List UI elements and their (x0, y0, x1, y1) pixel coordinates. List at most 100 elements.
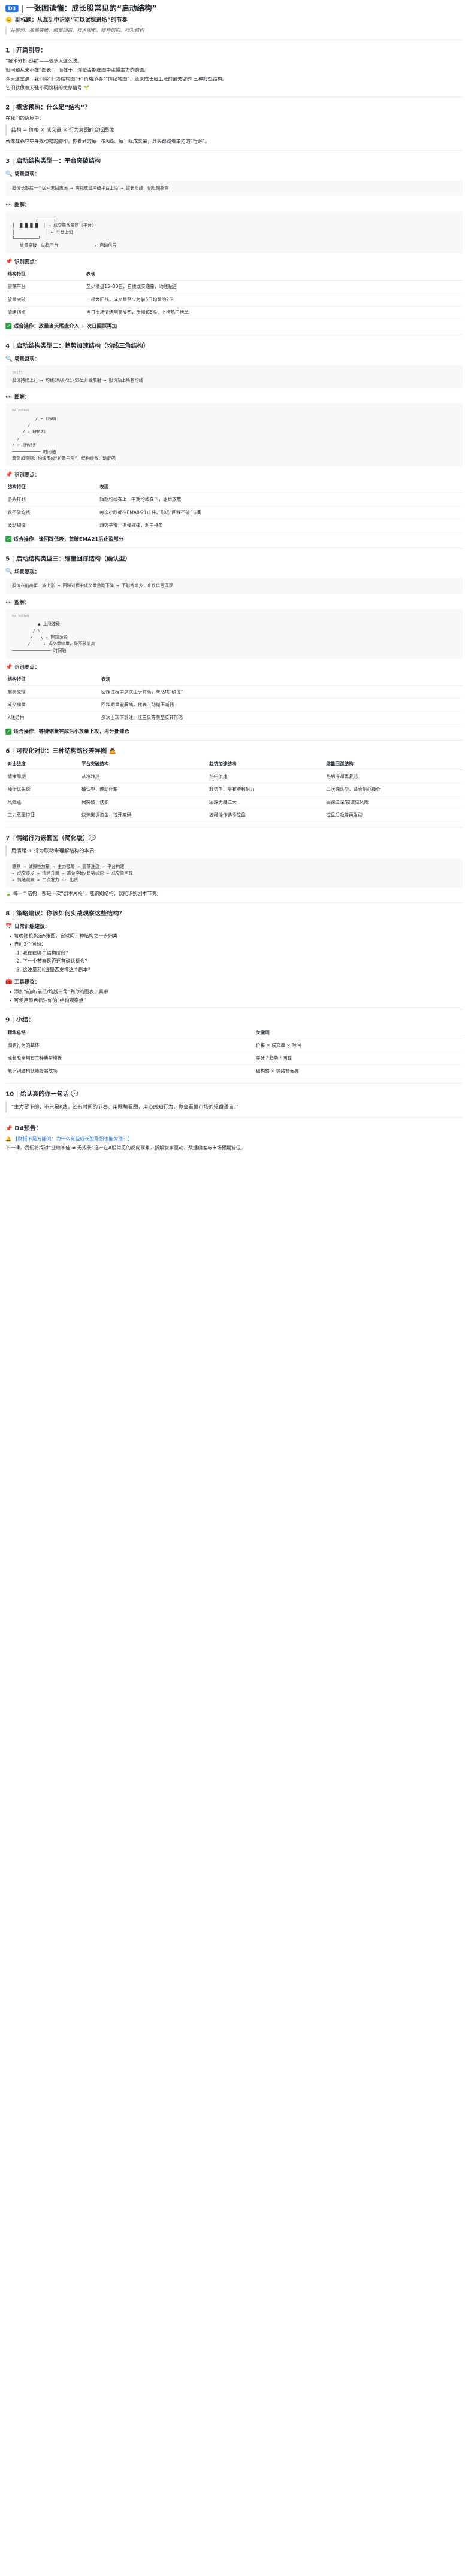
list-item: 可使用颜色标注你的“结构观察点” (14, 997, 463, 1004)
s1-paragraph-4: 它们就像春天强不同阶段的嫩芽信号 🌱 (5, 85, 90, 91)
eye-icon: 👀 (5, 599, 13, 606)
table-row: 震荡平台 至少横盘15–30日，日线成交缩量，均线粘合 (5, 280, 463, 293)
divider (5, 740, 463, 741)
list-item: 我在在哪个结构阶段？ (23, 949, 463, 957)
questions-list: 我在在哪个结构阶段？ 下一个节奏是否还有确认机会？ 这波量和K线是否支撑这个剧本… (23, 949, 463, 973)
table-header: 对比维度 (5, 758, 80, 770)
diagram-code-block: markdown ▲ 上涨波段 / \ / \ ← 回踩波段 / ↓ 成交量缩量… (5, 609, 463, 659)
table-row: 情绪拐点 当日市场情绪明显放热，涨幅超5%，上榜热门榜单 (5, 306, 463, 319)
pin-icon: 📌 (5, 1125, 13, 1132)
scene-code-block: swift 股价持续上行 → 均线EMA8/21/55呈开线散射 → 股价站上所有… (5, 365, 463, 389)
section-3: 3 | 启动结构类型一：平台突破结构 🔍 场景复现： 股价长期在一个区间来回震荡 … (5, 157, 463, 330)
scene-heading: 🔍 场景复现： (5, 568, 40, 575)
code-lang-label: swift (12, 370, 23, 375)
section-6-title: 6 | 可视化对比：三种结构路径差异图 🙇 (5, 747, 117, 755)
table-header: 精华总结 (5, 1027, 254, 1039)
magnifier-icon: 🔍 (5, 568, 13, 575)
points-heading: 📌 识别要点： (5, 471, 40, 478)
scene-code-block: 股价长期在一个区间来回震荡 → 突然放量冲破平台上沿 → 留长阳线，创近期新高 (5, 180, 463, 196)
emotion-quote: 用情绪 + 行为联动来理解结构的本质 (5, 845, 463, 857)
check-icon: ✓ (5, 728, 12, 735)
operation-tip: ✓ 适合操作：放量当天尾盘介入 + 次日回踩再加 (5, 323, 117, 329)
summary-table: 精华总结 关键词 图表行为的整体 价格 × 成交量 × 时间 成长股常用有三种典型… (5, 1027, 463, 1078)
section-8: 8 | 策略建议：你该如何实战观察这些结构？ 📅日常训练建议： 每晚随机挑选5张… (5, 909, 463, 1004)
eye-icon: 👀 (5, 393, 13, 400)
table-row: 跌不破均线 每次小跌都在EMA8/21止住，形成“回踩不破”节奏 (5, 506, 463, 520)
code-lang-label: markdown (12, 614, 29, 618)
section-3-title: 3 | 启动结构类型一：平台突破结构 (5, 157, 101, 165)
table-header: 表现 (84, 268, 463, 281)
table-row: 多头排列 短期均线在上，中期均线在下，逐步放散 (5, 493, 463, 506)
table-row: K线结构 多次出现下影线、红三兵等典型反转形态 (5, 711, 463, 724)
diagram-code-block: ┌──────┐ │ █ █ █ █ │ ← 成交量放量区（平台） │ │ ← … (5, 211, 463, 254)
operation-tip: ✓ 适合操作：等待缩量完成后小放量上攻，再分批建仓 (5, 728, 129, 735)
title-text: | 一张图读懂：成长股常见的“启动结构” (20, 4, 157, 13)
table-header: 表现 (97, 481, 463, 494)
table-header: 结构特征 (5, 481, 98, 494)
scene-heading: 🔍 场景复现： (5, 355, 40, 362)
calendar-icon: 📅 (5, 923, 13, 930)
subtitle-text: 副标题：从混乱中识别“可以试探进场”的节奏 (14, 16, 128, 23)
subtitle: 🙂 副标题：从混乱中识别“可以试探进场”的节奏 (5, 16, 463, 24)
section-4: 4 | 启动结构类型二：趋势加速结构（均线三角结构） 🔍 场景复现： swift 股… (5, 341, 463, 542)
table-header: 平台突破结构 (79, 758, 207, 770)
section-9: 9 | 小结： 精华总结 关键词 图表行为的整体 价格 × 成交量 × 时间 成长… (5, 1015, 463, 1078)
training-heading: 📅 日常训练建议： (5, 923, 50, 930)
section-2: 2 | 概念预热：什么是“结构”？ 在我们的语境中： 结构 = 价格 × 成交量… (5, 103, 463, 145)
table-row: 波动规律 趋势平滑，振幅规律，利于持盈 (5, 518, 463, 532)
section-1: 1 | 开篇引导： “技术分析没用”——很多人这么说。 但问题从来不在“图表”，… (5, 46, 463, 92)
training-list: 每晚随机挑选5张图，尝试问三种结构之一去归类 自问3个问题： 我在在哪个结构阶段… (14, 933, 463, 973)
table-row: 放量突破 一根大阳线，成交量至少为前5日均量的2倍 (5, 293, 463, 307)
table-header: 缩量回踩结构 (324, 758, 463, 770)
table-row: 图表行为的整体 价格 × 成交量 × 时间 (5, 1039, 463, 1052)
table-row: 成长股常用有三种典型模板 突破 / 趋势 / 回踩 (5, 1052, 463, 1065)
section-7: 7 | 情绪行为嵌套图（简化版）💬 用情绪 + 行为联动来理解结构的本质 静默 … (5, 833, 463, 897)
points-heading: 📌 识别要点： (5, 663, 40, 670)
section-10-title: 10 | 给认真的你一句话 💬 (5, 1090, 78, 1097)
features-table: 结构特征 表现 多头排列 短期均线在上，中期均线在下，逐步放散 跌不破均线 每次小跌… (5, 481, 463, 532)
section-4-title: 4 | 启动结构类型二：趋势加速结构（均线三角结构） (5, 342, 149, 350)
toolbox-icon: 🧰 (5, 978, 13, 985)
table-row: 前高支撑 回踩过程中多次止于前高，未形成“破位” (5, 685, 463, 699)
list-item: 添加“前高/前低/均线三角”到你的图表工具中 (14, 988, 463, 996)
section-8-title: 8 | 策略建议：你该如何实战观察这些结构？ (5, 909, 125, 917)
tools-heading: 🧰 工具建议： (5, 978, 40, 985)
code-lang-label: markdown (12, 408, 29, 412)
d4-lead-link[interactable]: 🔔 【财报不是万能的：为什么有些成长股号拐也能大涨？】 (5, 1136, 463, 1143)
comparison-table: 对比维度 平台突破结构 趋势加速结构 缩量回踩结构 情绪周期 从冷转热 热中加速 热后… (5, 758, 463, 822)
check-icon: ✓ (5, 536, 12, 542)
table-row: 情绪周期 从冷转热 热中加速 热后冷却再复苏 (5, 770, 463, 784)
pin-icon: 📌 (5, 258, 13, 265)
section-5-title: 5 | 启动结构类型三：缩量回踩结构（确认型） (5, 555, 131, 562)
table-header: 结构特征 (5, 673, 99, 686)
s7-paragraph: 🍃 每一个结构，都是一次“剧本片段”，能识别结构，就能识别剧本节奏。 (5, 891, 162, 897)
operation-tip: ✓ 适合操作：逢回踩低吸，首破EMA21后止盈部分 (5, 536, 124, 542)
table-header: 结构特征 (5, 268, 84, 281)
s2-paragraph-2: 就像在森林中寻找动物的脚印，你看到的每一根K线、每一组成交量，其实都藏着主力的“… (5, 138, 210, 144)
table-row: 成交缩量 回踩期量能萎缩，代表主动抛压减弱 (5, 698, 463, 712)
s1-paragraph-2: 但问题从来不在“图表”，而在于：你是否能在图中读懂主力的意图。 (5, 67, 149, 73)
features-table: 结构特征 表现 震荡平台 至少横盘15–30日，日线成交缩量，均线粘合 放量突破一… (5, 268, 463, 319)
smile-icon: 🙂 (5, 16, 13, 23)
list-item: 每晚随机挑选5张图，尝试问三种结构之一去归类 (14, 933, 463, 940)
section-9-title: 9 | 小结： (5, 1016, 35, 1024)
table-row: 主力意图特征 快速聚拢资金，拉开筹码 波段操作选择控盘 控盘后吸筹再发动 (5, 809, 463, 822)
section-5: 5 | 启动结构类型三：缩量回踩结构（确认型） 🔍 场景复现： 股价在前高第一波上… (5, 554, 463, 735)
pin-icon: 📌 (5, 663, 13, 670)
chart-heading: 👀 图解： (5, 393, 30, 400)
table-row: 操作优先级 确认型，慢动作跟 趋势型，需有持利耐力 二次确认型，适合耐心操作 (5, 783, 463, 796)
chart-heading: 👀 图解： (5, 599, 30, 606)
magnifier-icon: 🔍 (5, 171, 13, 177)
eye-icon: 👀 (5, 201, 13, 208)
scene-code-block: 股价在前高第一波上涨 → 回踩过程中成交量急剧下降 → 下影线增多，止跌信号浮现 (5, 578, 463, 594)
section-7-title: 7 | 情绪行为嵌套图（简化版）💬 (5, 834, 96, 842)
tools-list: 添加“前高/前低/均线三角”到你的图表工具中 可使用颜色标注你的“结构观察点” (14, 988, 463, 1004)
check-icon: ✓ (5, 323, 12, 329)
features-table: 结构特征 表现 前高支撑 回踩过程中多次止于前高，未形成“破位” 成交缩量 回踩期量… (5, 673, 463, 724)
section-10: 10 | 给认真的你一句话 💬 “主力留下的，不只是K线，还有时间的节奏。用眼睛… (5, 1090, 463, 1113)
table-header: 关键词 (253, 1027, 463, 1039)
list-item: 这波量和K线是否支撑这个剧本？ (23, 966, 463, 973)
s2-paragraph-1: 在我们的语境中： (5, 115, 44, 121)
section-1-title: 1 | 开篇引导： (5, 47, 47, 54)
list-item: 自问3个问题： 我在在哪个结构阶段？ 下一个节奏是否还有确认机会？ 这波量和K线… (14, 941, 463, 973)
